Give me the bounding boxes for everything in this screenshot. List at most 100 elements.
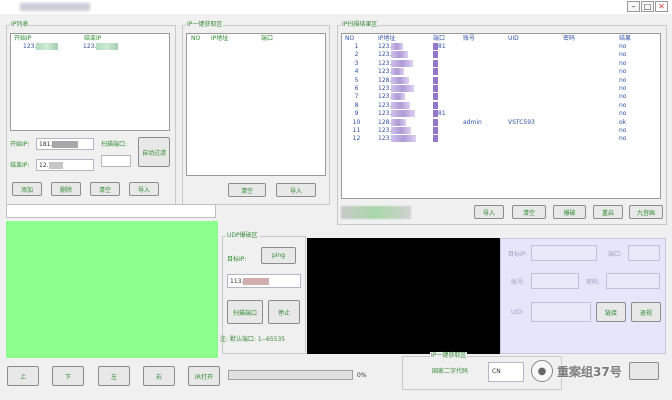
- stop-button[interactable]: 停止: [268, 300, 300, 324]
- panel-uid-input[interactable]: [531, 302, 591, 322]
- pixelated-ip: [391, 51, 409, 59]
- cell-account: [463, 68, 508, 76]
- title-bar: – □ ✕: [0, 0, 672, 14]
- auto-filter-button[interactable]: 自动过滤: [138, 137, 170, 167]
- add-button[interactable]: 添加: [12, 182, 42, 196]
- ip-list-table[interactable]: 开始IP 结束IP 123. 123.: [10, 33, 170, 131]
- cell-ip: 123.: [378, 43, 433, 51]
- nine-screen-button[interactable]: 九宫画: [629, 205, 663, 219]
- cell-result: no: [619, 135, 627, 143]
- panel-password-input[interactable]: [606, 273, 660, 289]
- ip-text: 123.: [378, 93, 392, 101]
- explode-button[interactable]: 爆破: [553, 205, 586, 219]
- acquire-button[interactable]: [629, 362, 659, 380]
- end-ip-input[interactable]: 12.: [36, 159, 94, 171]
- pixelated-ip: [391, 93, 406, 101]
- ping-button[interactable]: ping: [261, 247, 296, 264]
- cell-account: [463, 93, 508, 101]
- delete-button[interactable]: 删除: [51, 182, 81, 196]
- pixelated-ip: [391, 127, 412, 135]
- ip-text: 123.: [378, 127, 392, 135]
- table-row[interactable]: 10 128. admin VSTC593 ok: [342, 118, 660, 127]
- status-input[interactable]: [6, 204, 216, 218]
- ir-button[interactable]: IR打开: [188, 366, 220, 386]
- panel-account-input[interactable]: [531, 273, 579, 289]
- table-row[interactable]: 3 123. no: [342, 59, 660, 68]
- cell-pwd: [563, 60, 619, 68]
- cell-result: no: [619, 85, 627, 93]
- cell-account: [463, 85, 508, 93]
- up-button[interactable]: 上: [7, 366, 39, 386]
- clear-result-button[interactable]: 清空: [512, 205, 546, 219]
- cell-result: no: [619, 93, 627, 101]
- table-row[interactable]: 1 123. 81 no: [342, 43, 660, 51]
- start-ip-input[interactable]: 181.: [36, 138, 94, 150]
- udp-target-ip-input[interactable]: 113.: [227, 274, 301, 288]
- list-item[interactable]: 123. 123.: [11, 43, 169, 51]
- header-no: NO: [191, 35, 201, 42]
- scan-result-table[interactable]: NO IP地址 端口 账号 UID 密码 结果 1 123. 81 no 2 123. no…: [341, 33, 661, 199]
- cell-no: 11: [352, 127, 361, 135]
- ip-onekey-title: IP一键获取区: [186, 21, 224, 29]
- port-text: 81: [438, 43, 446, 50]
- scan-port-label: 扫描端口:: [101, 141, 128, 148]
- import-ip-list-button[interactable]: 导入: [129, 182, 159, 196]
- pixelated-port: [433, 110, 438, 118]
- reset-button[interactable]: 重启: [593, 205, 623, 219]
- ip-onekey-table[interactable]: NO IP地址 端口: [186, 33, 326, 176]
- table-row[interactable]: 9 123. 81 no: [342, 110, 660, 118]
- pixelated-port: [433, 76, 438, 84]
- cell-port: [433, 93, 463, 101]
- cell-ip: 123.: [378, 85, 433, 93]
- panel-target-ip-input[interactable]: [531, 245, 597, 261]
- ip-text: 123.: [378, 85, 392, 93]
- exit-button[interactable]: 退视: [631, 302, 661, 322]
- blurred-title: [20, 3, 90, 11]
- scan-port-button[interactable]: 扫描端口: [227, 300, 263, 324]
- end-ip-label: 结束IP:: [10, 162, 30, 169]
- left-button[interactable]: 左: [98, 366, 130, 386]
- chat-icon: ●: [531, 360, 553, 382]
- import-result-button[interactable]: 导入: [474, 205, 504, 219]
- progress-bar: [228, 370, 353, 380]
- table-row[interactable]: 7 123. no: [342, 93, 660, 101]
- scan-port-input[interactable]: [101, 155, 131, 167]
- pixelated-port: [433, 59, 438, 67]
- cell-uid: [508, 102, 563, 110]
- right-button[interactable]: 右: [143, 366, 175, 386]
- cell-account: [463, 110, 508, 118]
- ip-text: 123.: [378, 135, 392, 143]
- down-button[interactable]: 下: [52, 366, 84, 386]
- cell-ip: 123.: [378, 51, 433, 59]
- connect-button[interactable]: 链接: [596, 302, 626, 322]
- cell-pwd: [563, 68, 619, 76]
- cell-result: ok: [619, 118, 627, 126]
- close-button[interactable]: ✕: [655, 1, 668, 12]
- end-ip-cell: 123.: [83, 43, 97, 50]
- panel-port-input[interactable]: [628, 245, 660, 261]
- table-row[interactable]: 4 123. no: [342, 68, 660, 76]
- udp-title: UDP爆破区: [226, 232, 259, 240]
- table-row[interactable]: 2 123. no: [342, 51, 660, 59]
- cell-ip: 123.: [378, 59, 433, 68]
- import-onekey-button[interactable]: 导入: [276, 183, 316, 197]
- table-row[interactable]: 8 123. no: [342, 101, 660, 110]
- table-row[interactable]: 11 123. no: [342, 127, 660, 135]
- country-code-input[interactable]: CN: [488, 362, 524, 382]
- result-header-no: NO: [345, 35, 355, 42]
- clear-ip-list-button[interactable]: 清空: [90, 182, 120, 196]
- table-row[interactable]: 5 128. no: [342, 76, 660, 85]
- table-row[interactable]: 12 123. no: [342, 135, 660, 143]
- cell-uid: [508, 85, 563, 93]
- pixelated-port: [433, 85, 438, 93]
- clear-onekey-button[interactable]: 清空: [228, 183, 266, 197]
- cell-pwd: [563, 51, 619, 59]
- minimize-button[interactable]: –: [627, 1, 640, 12]
- cell-ip: 123.: [378, 93, 433, 101]
- cell-ip: 123.: [378, 110, 433, 118]
- maximize-button[interactable]: □: [641, 1, 654, 12]
- result-header-password: 密码: [563, 35, 576, 42]
- ip-text: 123.: [378, 51, 392, 59]
- cell-account: [463, 102, 508, 110]
- table-row[interactable]: 6 123. no: [342, 85, 660, 93]
